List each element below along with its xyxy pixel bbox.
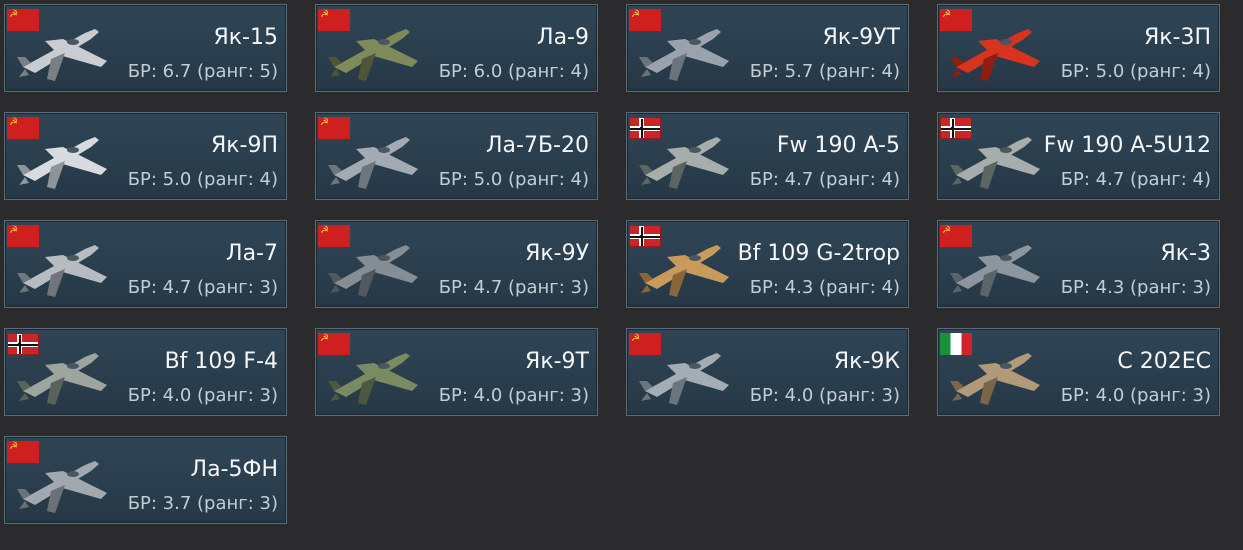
- vehicle-card[interactable]: Ла-9 БР: 6.0 (ранг: 4): [315, 4, 598, 92]
- vehicle-card[interactable]: Як-3 БР: 4.3 (ранг: 3): [937, 220, 1220, 308]
- vehicle-name: Fw 190 A-5U12: [1043, 133, 1211, 158]
- aircraft-icon: [17, 461, 107, 513]
- vehicle-name: Як-9УТ: [822, 25, 900, 50]
- vehicle-card[interactable]: Bf 109 G-2trop БР: 4.3 (ранг: 4): [626, 220, 909, 308]
- vehicle-name: Як-15: [213, 25, 278, 50]
- vehicle-name: Як-9У: [525, 241, 589, 266]
- vehicle-card[interactable]: Як-9У БР: 4.7 (ранг: 3): [315, 220, 598, 308]
- vehicle-card[interactable]: Як-9Т БР: 4.0 (ранг: 3): [315, 328, 598, 416]
- vehicle-name: Як-9Т: [525, 349, 589, 374]
- vehicle-card[interactable]: Як-9УТ БР: 5.7 (ранг: 4): [626, 4, 909, 92]
- aircraft-icon: [950, 353, 1040, 405]
- battle-rating: БР: 4.0 (ранг: 3): [127, 385, 278, 406]
- aircraft-icon: [328, 29, 418, 81]
- battle-rating: БР: 6.0 (ранг: 4): [438, 61, 589, 82]
- vehicle-name: Як-9П: [210, 133, 278, 158]
- battle-rating: БР: 4.7 (ранг: 4): [1060, 169, 1211, 190]
- aircraft-icon: [17, 29, 107, 81]
- battle-rating: БР: 4.0 (ранг: 3): [749, 385, 900, 406]
- vehicle-name: C 202EC: [1117, 349, 1211, 374]
- battle-rating: БР: 4.7 (ранг: 4): [749, 169, 900, 190]
- battle-rating: БР: 4.7 (ранг: 3): [127, 277, 278, 298]
- aircraft-icon: [639, 29, 729, 81]
- aircraft-icon: [17, 353, 107, 405]
- vehicle-card[interactable]: Як-3П БР: 5.0 (ранг: 4): [937, 4, 1220, 92]
- vehicle-name: Ла-7Б-20: [486, 133, 589, 158]
- vehicle-name: Bf 109 G-2trop: [737, 241, 900, 266]
- vehicle-card[interactable]: Як-15 БР: 6.7 (ранг: 5): [4, 4, 287, 92]
- aircraft-icon: [639, 245, 729, 297]
- battle-rating: БР: 4.7 (ранг: 3): [438, 277, 589, 298]
- aircraft-icon: [639, 353, 729, 405]
- aircraft-icon: [328, 245, 418, 297]
- vehicle-name: Як-9К: [833, 349, 900, 374]
- battle-rating: БР: 4.3 (ранг: 4): [749, 277, 900, 298]
- aircraft-icon: [328, 137, 418, 189]
- aircraft-icon: [328, 353, 418, 405]
- aircraft-icon: [950, 137, 1040, 189]
- aircraft-icon: [17, 137, 107, 189]
- vehicle-card[interactable]: Fw 190 A-5U12 БР: 4.7 (ранг: 4): [937, 112, 1220, 200]
- battle-rating: БР: 4.3 (ранг: 3): [1060, 277, 1211, 298]
- vehicle-card[interactable]: Ла-5ФН БР: 3.7 (ранг: 3): [4, 436, 287, 524]
- vehicle-name: Bf 109 F-4: [164, 349, 278, 374]
- aircraft-icon: [639, 137, 729, 189]
- vehicle-card[interactable]: Як-9К БР: 4.0 (ранг: 3): [626, 328, 909, 416]
- vehicle-name: Як-3П: [1143, 25, 1211, 50]
- vehicle-grid: Як-15 БР: 6.7 (ранг: 5) Ла-9 БР: 6.0 (ранг:…: [4, 4, 1220, 524]
- battle-rating: БР: 4.0 (ранг: 3): [438, 385, 589, 406]
- battle-rating: БР: 5.0 (ранг: 4): [127, 169, 278, 190]
- battle-rating: БР: 5.7 (ранг: 4): [749, 61, 900, 82]
- vehicle-name: Ла-7: [226, 241, 278, 266]
- vehicle-name: Fw 190 A-5: [776, 133, 900, 158]
- vehicle-name: Ла-5ФН: [190, 457, 278, 482]
- vehicle-card[interactable]: Як-9П БР: 5.0 (ранг: 4): [4, 112, 287, 200]
- vehicle-card[interactable]: Bf 109 F-4 БР: 4.0 (ранг: 3): [4, 328, 287, 416]
- aircraft-icon: [17, 245, 107, 297]
- vehicle-card[interactable]: Fw 190 A-5 БР: 4.7 (ранг: 4): [626, 112, 909, 200]
- battle-rating: БР: 6.7 (ранг: 5): [127, 61, 278, 82]
- battle-rating: БР: 5.0 (ранг: 4): [438, 169, 589, 190]
- aircraft-icon: [950, 29, 1040, 81]
- vehicle-card[interactable]: C 202EC БР: 4.0 (ранг: 3): [937, 328, 1220, 416]
- vehicle-name: Ла-9: [537, 25, 589, 50]
- vehicle-card[interactable]: Ла-7Б-20 БР: 5.0 (ранг: 4): [315, 112, 598, 200]
- vehicle-card[interactable]: Ла-7 БР: 4.7 (ранг: 3): [4, 220, 287, 308]
- battle-rating: БР: 3.7 (ранг: 3): [127, 493, 278, 514]
- aircraft-icon: [950, 245, 1040, 297]
- battle-rating: БР: 5.0 (ранг: 4): [1060, 61, 1211, 82]
- vehicle-name: Як-3: [1160, 241, 1211, 266]
- battle-rating: БР: 4.0 (ранг: 3): [1060, 385, 1211, 406]
